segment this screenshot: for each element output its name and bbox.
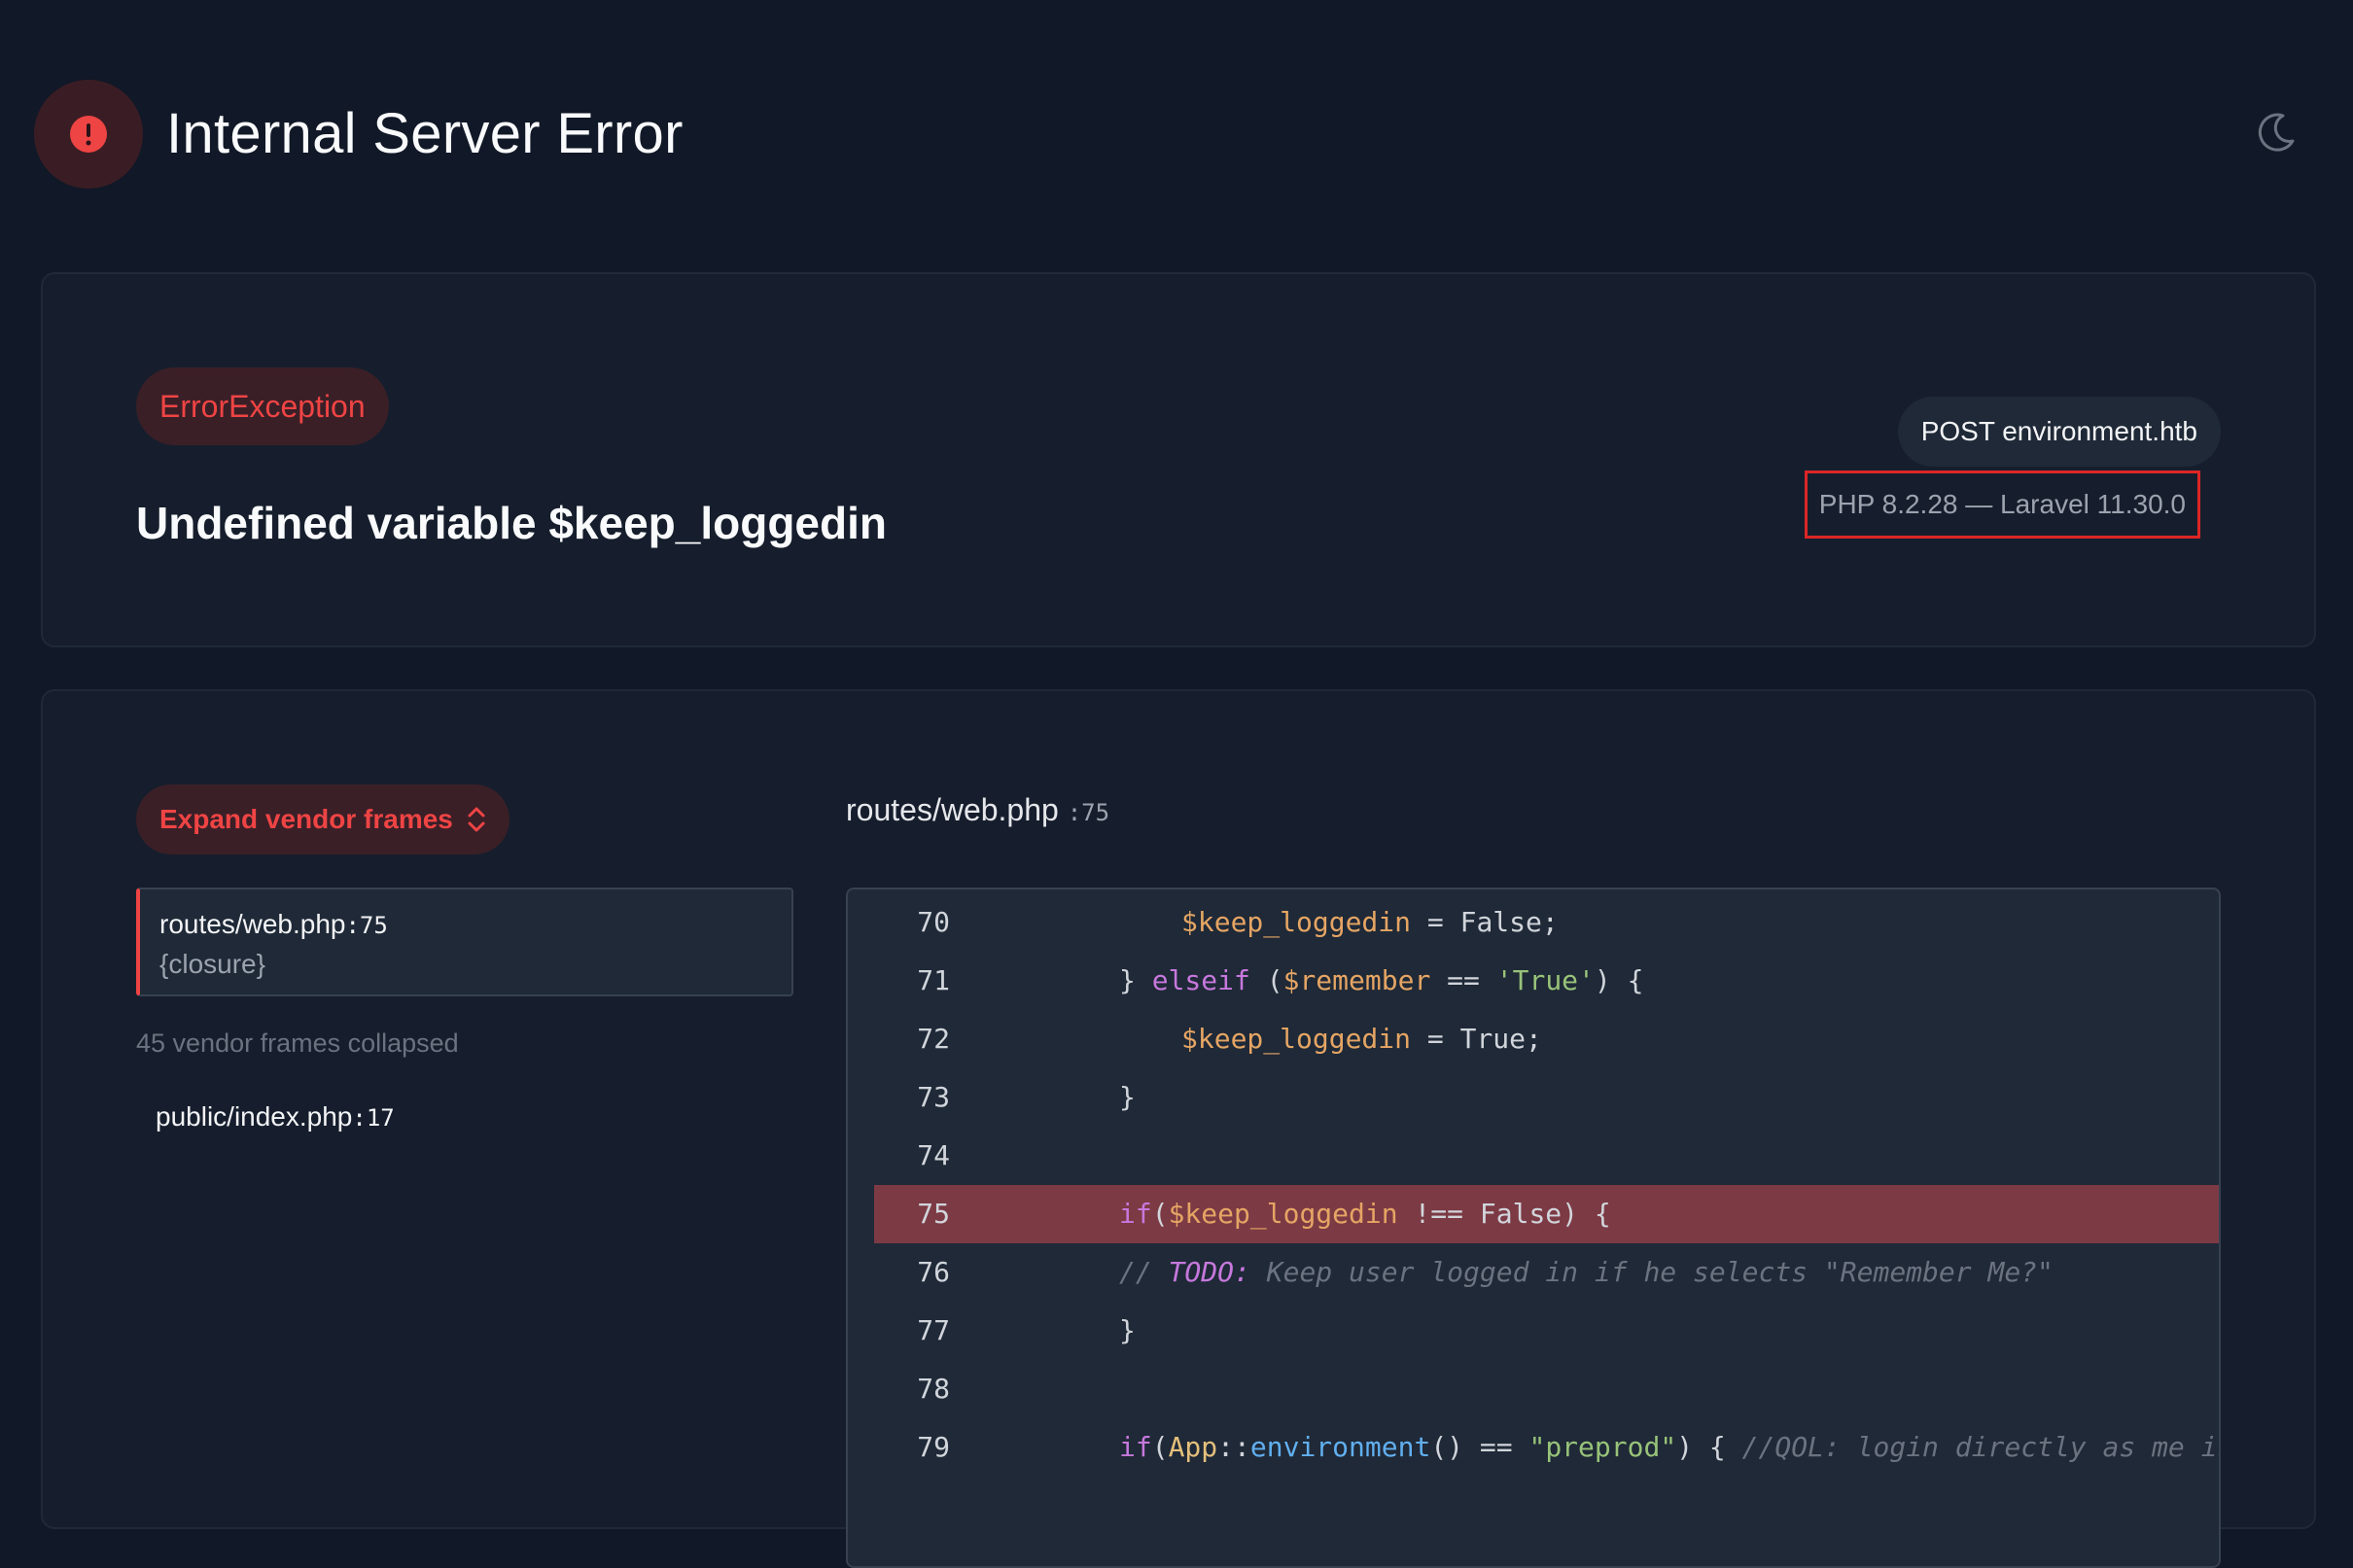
- exception-type-badge: ErrorException: [136, 367, 389, 445]
- vendor-frames-collapsed-note: 45 vendor frames collapsed: [136, 1028, 459, 1058]
- line-number: 76: [917, 1256, 950, 1288]
- expand-vendor-frames-label: Expand vendor frames: [159, 804, 453, 834]
- line-source: } elseif ($remember == 'True') {: [1119, 964, 1644, 996]
- line-source: $keep_loggedin = False;: [1181, 906, 1559, 938]
- line-source: }: [1119, 1314, 1136, 1346]
- line-source: if($keep_loggedin !== False) {: [1119, 1198, 1611, 1230]
- code-file-name: routes/web.php: [846, 792, 1059, 827]
- frame-line: :75: [345, 912, 388, 939]
- line-number: 79: [917, 1431, 950, 1463]
- line-number: 72: [917, 1023, 950, 1055]
- stack-frame-vendor[interactable]: public/index.php:17: [156, 1098, 395, 1137]
- code-line: 73}: [874, 1068, 2219, 1127]
- frame-line: :17: [352, 1104, 395, 1132]
- version-info: PHP 8.2.28 — Laravel 11.30.0: [1804, 470, 2200, 539]
- moon-icon[interactable]: [2254, 110, 2299, 155]
- stack-frame-active[interactable]: routes/web.php:75 {closure}: [136, 888, 793, 996]
- stack-trace-panel: Expand vendor frames routes/web.php:75 {…: [41, 689, 2316, 1568]
- line-number: 71: [917, 964, 950, 996]
- code-file-heading: routes/web.php :75: [846, 788, 1109, 834]
- code-line: 76 // TODO: Keep user logged in if he sel…: [874, 1243, 2219, 1302]
- line-number: 74: [917, 1139, 950, 1171]
- code-snippet: 70 $keep_loggedin = False; 71 } elseif ($re…: [846, 888, 2221, 1568]
- line-number: 78: [917, 1373, 950, 1405]
- line-source: $keep_loggedin = True;: [1181, 1023, 1542, 1055]
- line-number: 75: [917, 1198, 950, 1230]
- code-line: 75 if($keep_loggedin !== False) {: [874, 1185, 2219, 1243]
- code-line: 74: [874, 1127, 2219, 1185]
- line-source: // TODO: Keep user logged in if he selec…: [1119, 1256, 2054, 1288]
- code-line: 70 $keep_loggedin = False;: [874, 893, 2219, 952]
- exception-summary-panel: ErrorException Undefined variable $keep_…: [41, 272, 2316, 647]
- code-line: 71 } elseif ($remember == 'True') {: [874, 952, 2219, 1010]
- chevron-up-down-icon: [468, 807, 485, 832]
- exception-message: Undefined variable $keep_loggedin: [136, 498, 887, 548]
- code-line: 77}: [874, 1302, 2219, 1360]
- line-source: }: [1119, 1081, 1136, 1113]
- line-number: 70: [917, 906, 950, 938]
- request-badge: POST environment.htb: [1897, 397, 2221, 467]
- frame-file: public/index.php: [156, 1101, 353, 1132]
- code-file-line: :75: [1067, 799, 1110, 826]
- frame-function: {closure}: [159, 949, 265, 979]
- error-header: Internal Server Error: [0, 0, 2353, 270]
- code-line: 78: [874, 1360, 2219, 1418]
- page-title: Internal Server Error: [166, 102, 684, 165]
- frame-file: routes/web.php: [159, 909, 346, 939]
- expand-vendor-frames-button[interactable]: Expand vendor frames: [136, 784, 509, 854]
- line-source: if(App::environment() == "preprod") { //…: [1119, 1431, 2219, 1463]
- code-line: 72 $keep_loggedin = True;: [874, 1010, 2219, 1068]
- line-number: 73: [917, 1081, 950, 1113]
- code-line: 79 if(App::environment() == "preprod") { …: [874, 1418, 2219, 1477]
- frame-location: routes/web.php:75: [159, 905, 772, 945]
- alert-circle-icon: [34, 80, 143, 189]
- line-number: 77: [917, 1314, 950, 1346]
